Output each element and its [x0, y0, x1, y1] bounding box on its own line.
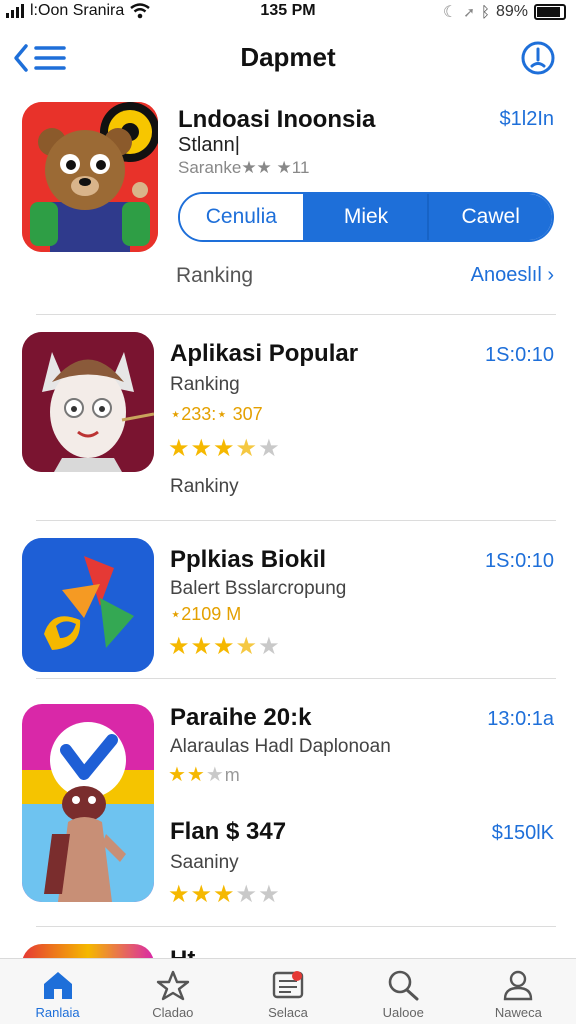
character-app-icon[interactable] [22, 332, 154, 472]
battery-icon [534, 4, 566, 20]
tab-search[interactable]: Ualooe [346, 959, 461, 1024]
segment-option-3[interactable]: Cawel [427, 194, 552, 240]
tab-label: Ranlaia [35, 1005, 80, 1020]
app-name: Aplikasi Popular [170, 340, 359, 367]
list-item[interactable]: Pplkias Biokil Balert Bsslarcropung ⋆210… [0, 528, 576, 678]
segment-option-2[interactable]: Miek [302, 194, 428, 240]
tab-label: Cladao [152, 1005, 194, 1020]
price-label[interactable]: $1l2In [500, 108, 555, 131]
partial-app-icon[interactable] [22, 944, 154, 958]
status-bar: l:Oon Sranira 135 PM ☾ ➚ ᛒ 89% [0, 0, 576, 24]
rating-stars-mini: ★★★m [168, 764, 241, 786]
app-name: Lndoasi Inoonsia [178, 106, 376, 133]
search-icon [388, 970, 419, 1001]
rating-stars: ★★★★★ [168, 435, 281, 462]
status-right: ☾ ➚ ᛒ 89% [443, 2, 566, 22]
tab-featured[interactable]: Cladao [115, 959, 230, 1024]
app-subtitle: Alaraulas Hadl Daplonoan [170, 736, 391, 757]
segment-option-1[interactable]: Cenulia [180, 194, 303, 240]
segmented-control: Cenulia Miek Cawel [178, 192, 554, 242]
app-subtitle: Balert Bsslarcropung [170, 578, 347, 599]
star-outline-icon [156, 970, 189, 1001]
rating-stars: ★★★★★ [168, 633, 281, 660]
rating-text: ⋆233:⋆ 307 [170, 404, 263, 424]
extra-label: Rankiny [170, 476, 239, 497]
divider [36, 314, 556, 315]
app-name: Paraihe 20:k [170, 704, 312, 731]
shapes-app-icon[interactable] [22, 538, 154, 672]
rating-stars: ★★★★★ [168, 881, 281, 908]
tab-label: Naweca [494, 1005, 542, 1020]
nav-bar: Dapmet [0, 34, 576, 84]
page-title: Dapmet [240, 42, 336, 72]
tab-profile[interactable]: Naweca [461, 959, 576, 1024]
tab-ranking[interactable]: Ranlaia [0, 959, 115, 1024]
tab-bar: Ranlaia Cladao Selaca Ualooe Naweca [0, 958, 576, 1024]
app-subtitle-secondary: Saaniny [170, 852, 239, 873]
home-icon [43, 972, 72, 999]
info-icon[interactable] [520, 40, 556, 76]
price-label[interactable]: 1S:0:10 [485, 344, 554, 367]
ranking-link[interactable]: Anoeslıl › [471, 264, 554, 287]
tab-label: Ualooe [382, 1005, 424, 1020]
bluetooth-icon: ᛒ [480, 3, 490, 21]
moon-icon: ☾ [442, 4, 458, 21]
bear-app-icon[interactable] [22, 102, 158, 252]
location-icon: ➚ [463, 3, 475, 20]
list-item[interactable]: Paraihe 20:k Alaraulas Hadl Daplonoan ★★… [0, 686, 576, 926]
app-subtitle: Stlann| [178, 134, 240, 156]
app-subtitle: Ranking [170, 374, 240, 395]
app-name-secondary: Flan $ 347 [170, 818, 287, 845]
divider [36, 926, 556, 927]
divider [36, 678, 556, 679]
ranking-label: Ranking [176, 264, 254, 287]
battery-percent: 89% [495, 3, 528, 20]
rating-text: ⋆2109 M [170, 604, 242, 624]
person-icon [504, 970, 533, 1001]
app-name: Pplkias Biokil [170, 546, 327, 573]
tab-news[interactable]: Selaca [230, 959, 345, 1024]
rating-text: Saranke★★ ★11 [178, 158, 310, 177]
back-list-icon[interactable] [12, 40, 68, 76]
price-label-secondary[interactable]: $150lK [492, 822, 554, 845]
rating-text: m [224, 765, 241, 785]
list-item[interactable]: Ht [0, 936, 576, 958]
divider [36, 520, 556, 521]
app-name: Ht [170, 946, 195, 958]
animal-app-icon[interactable] [22, 704, 154, 902]
tab-label: Selaca [268, 1005, 308, 1020]
list-item[interactable]: Aplikasi Popular Ranking ⋆233:⋆ 307 ★★★★… [0, 322, 576, 518]
price-label[interactable]: 1S:0:10 [485, 550, 554, 573]
price-label[interactable]: 13:0:1a [487, 708, 554, 731]
